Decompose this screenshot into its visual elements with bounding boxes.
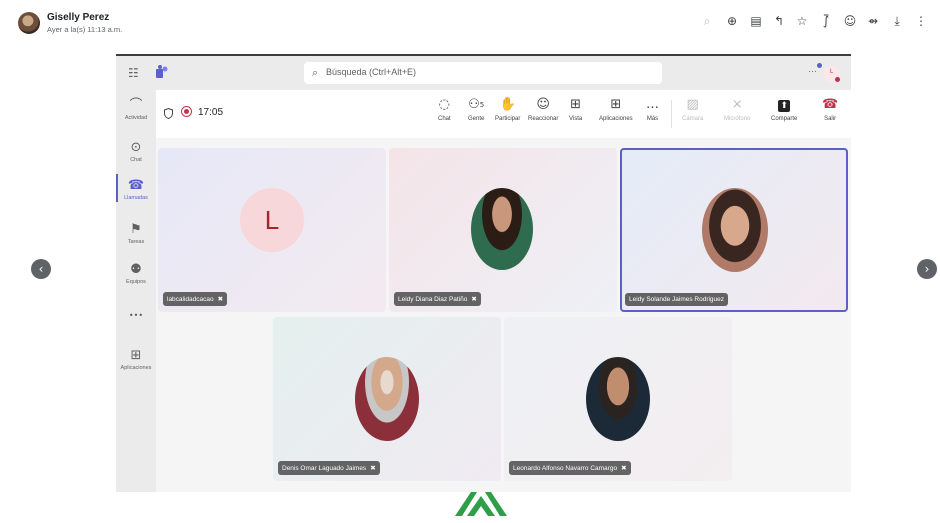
bell-icon: ⌒ (129, 98, 143, 113)
teams-title-bar: ☷ ⌕ Búsqueda (Ctrl+Alt+E) … L (116, 56, 851, 90)
mic-off-icon: ✖ (217, 295, 224, 303)
tool-raise-hand[interactable]: ✋ Participar (495, 96, 520, 122)
sidebar-label: Llamadas (124, 195, 148, 201)
hand-icon: ✋ (499, 97, 516, 112)
search-input[interactable]: ⌕ Búsqueda (Ctrl+Alt+E) (304, 62, 662, 84)
participant-photo-avatar (355, 357, 419, 441)
call-toolbar: 17:05 ◌ Chat ⚇5 Gente ✋ Participar ☺ Rea… (156, 90, 851, 138)
tool-apps[interactable]: ⊞ Aplicaciones (599, 96, 633, 122)
participant-tile[interactable]: Leonardo Alfonso Navarro Camargo ✖ (504, 317, 732, 481)
teams-window: ☷ ⌕ Búsqueda (Ctrl+Alt+E) … L ⌒ Activida… (116, 54, 851, 492)
download-icon[interactable]: ⤓ (890, 14, 904, 28)
shield-icon[interactable] (164, 106, 173, 120)
emoji-icon[interactable]: ☺ (843, 14, 857, 28)
brand-logo (453, 490, 509, 518)
people-icon: ⚇5 (468, 97, 485, 112)
sidebar-label: Tareas (127, 239, 145, 245)
grid-icon: ⊞ (570, 97, 582, 112)
participant-photo-avatar (702, 188, 768, 272)
participant-tile[interactable]: Denis Omar Laguado Jaimes ✖ (273, 317, 501, 481)
user-avatar[interactable]: L (824, 66, 840, 82)
reply-icon[interactable]: ↰ (772, 14, 786, 28)
people-count: 5 (479, 101, 485, 109)
sidebar-label: Chat (130, 157, 142, 163)
teams-sidebar: ⌒ Actividad ⊙ Chat ☎ Llamadas ⚑ Tareas ⚉… (116, 90, 156, 492)
mic-off-icon: ✖ (471, 295, 477, 303)
more-vert-icon[interactable]: ⋮ (914, 14, 928, 28)
tool-camera[interactable]: ▨ Cámara (682, 96, 703, 122)
participant-name-tag: Leidy Diana Diaz Patiño ✖ (394, 292, 481, 306)
call-timer: 17:05 (198, 107, 224, 118)
tool-microphone[interactable]: ⨯ Micrófono (724, 96, 750, 122)
forward-icon[interactable]: ⇴ (866, 14, 880, 28)
sidebar-item-calls[interactable]: ☎ Llamadas (116, 178, 156, 201)
participant-photo-avatar (471, 188, 533, 270)
add-app-icon: ⊞ (610, 97, 622, 112)
tool-share[interactable]: ⬆ Comparte (771, 96, 797, 122)
recording-icon (181, 106, 192, 117)
sidebar-item-apps[interactable]: ⊞ Aplicaciones (116, 348, 156, 371)
participant-name-tag: Leonardo Alfonso Navarro Camargo ✖ (509, 461, 631, 475)
tool-view[interactable]: ⊞ Vista (569, 96, 582, 122)
tasks-icon: ⚑ (130, 222, 142, 237)
sender-avatar[interactable] (18, 12, 40, 34)
participant-name-tag: Denis Omar Laguado Jaimes ✖ (278, 461, 380, 475)
emoji-icon: ☺ (536, 97, 550, 112)
notification-dot (817, 63, 822, 68)
search-placeholder: Búsqueda (Ctrl+Alt+E) (326, 67, 417, 77)
zoom-out-icon[interactable]: ⌕ (700, 14, 714, 28)
sidebar-item-tasks[interactable]: ⚑ Tareas (116, 222, 156, 245)
more-icon: … (646, 97, 659, 112)
tool-leave[interactable]: ☎ Salir (822, 96, 838, 122)
participant-name-tag: labcalidadcacao ✖ (163, 292, 228, 306)
chat-icon: ◌ (438, 97, 451, 112)
participant-tile[interactable]: Leidy Diana Diaz Patiño ✖ (389, 148, 617, 312)
sidebar-label: Aplicaciones (120, 365, 152, 371)
mic-off-icon: ✖ (621, 464, 627, 472)
next-arrow-icon[interactable]: › (917, 259, 937, 279)
prev-arrow-icon[interactable]: ‹ (31, 259, 51, 279)
teams-icon: ⚉ (130, 262, 142, 277)
toolbar-divider (671, 100, 672, 128)
participant-tile[interactable]: L labcalidadcacao ✖ (158, 148, 386, 312)
mic-off-icon: ✖ (370, 464, 376, 472)
sidebar-item-chat[interactable]: ⊙ Chat (116, 140, 156, 163)
hang-up-icon: ☎ (822, 97, 839, 112)
sender-name: Giselly Perez (47, 12, 110, 23)
chat-icon: ⊙ (130, 140, 142, 155)
share-icon: ⬆ (771, 96, 797, 114)
sidebar-label: Equipos (126, 279, 146, 285)
more-options-icon[interactable]: … (808, 64, 817, 74)
participant-tile-active-speaker[interactable]: Leidy Solande Jaimes Rodriguez (620, 148, 848, 312)
sidebar-label: Actividad (124, 115, 148, 121)
teams-logo-icon (156, 65, 168, 79)
search-icon: ⌕ (312, 66, 319, 79)
camera-off-icon: ▨ (686, 97, 699, 112)
mic-off-icon: ⨯ (731, 97, 743, 112)
participant-name-tag: Leidy Solande Jaimes Rodriguez (625, 293, 729, 306)
caption-icon[interactable]: ▤ (749, 14, 763, 28)
phone-icon: ☎ (127, 178, 145, 193)
sidebar-item-more[interactable]: ••• (116, 308, 156, 324)
app-launcher-icon[interactable]: ☷ (128, 66, 139, 80)
tool-react[interactable]: ☺ Reaccionar (528, 96, 558, 122)
participant-initials-avatar: L (240, 188, 304, 252)
viewer-top-bar: Giselly Perez Ayer a la(s) 11:13 a.m. ⌕ … (0, 0, 940, 40)
pin-icon[interactable]: ⨛ (819, 14, 833, 28)
participant-photo-avatar (586, 357, 650, 441)
zoom-in-icon[interactable]: ⊕ (725, 14, 739, 28)
tool-chat[interactable]: ◌ Chat (438, 96, 451, 122)
sidebar-item-activity[interactable]: ⌒ Actividad (116, 98, 156, 121)
tool-more[interactable]: … Más (646, 96, 659, 122)
sender-timestamp: Ayer a la(s) 11:13 a.m. (47, 25, 123, 34)
sidebar-item-teams[interactable]: ⚉ Equipos (116, 262, 156, 285)
tool-people[interactable]: ⚇5 Gente (468, 96, 484, 122)
star-icon[interactable]: ☆ (795, 14, 809, 28)
more-icon: ••• (128, 311, 144, 320)
apps-icon: ⊞ (130, 348, 142, 363)
